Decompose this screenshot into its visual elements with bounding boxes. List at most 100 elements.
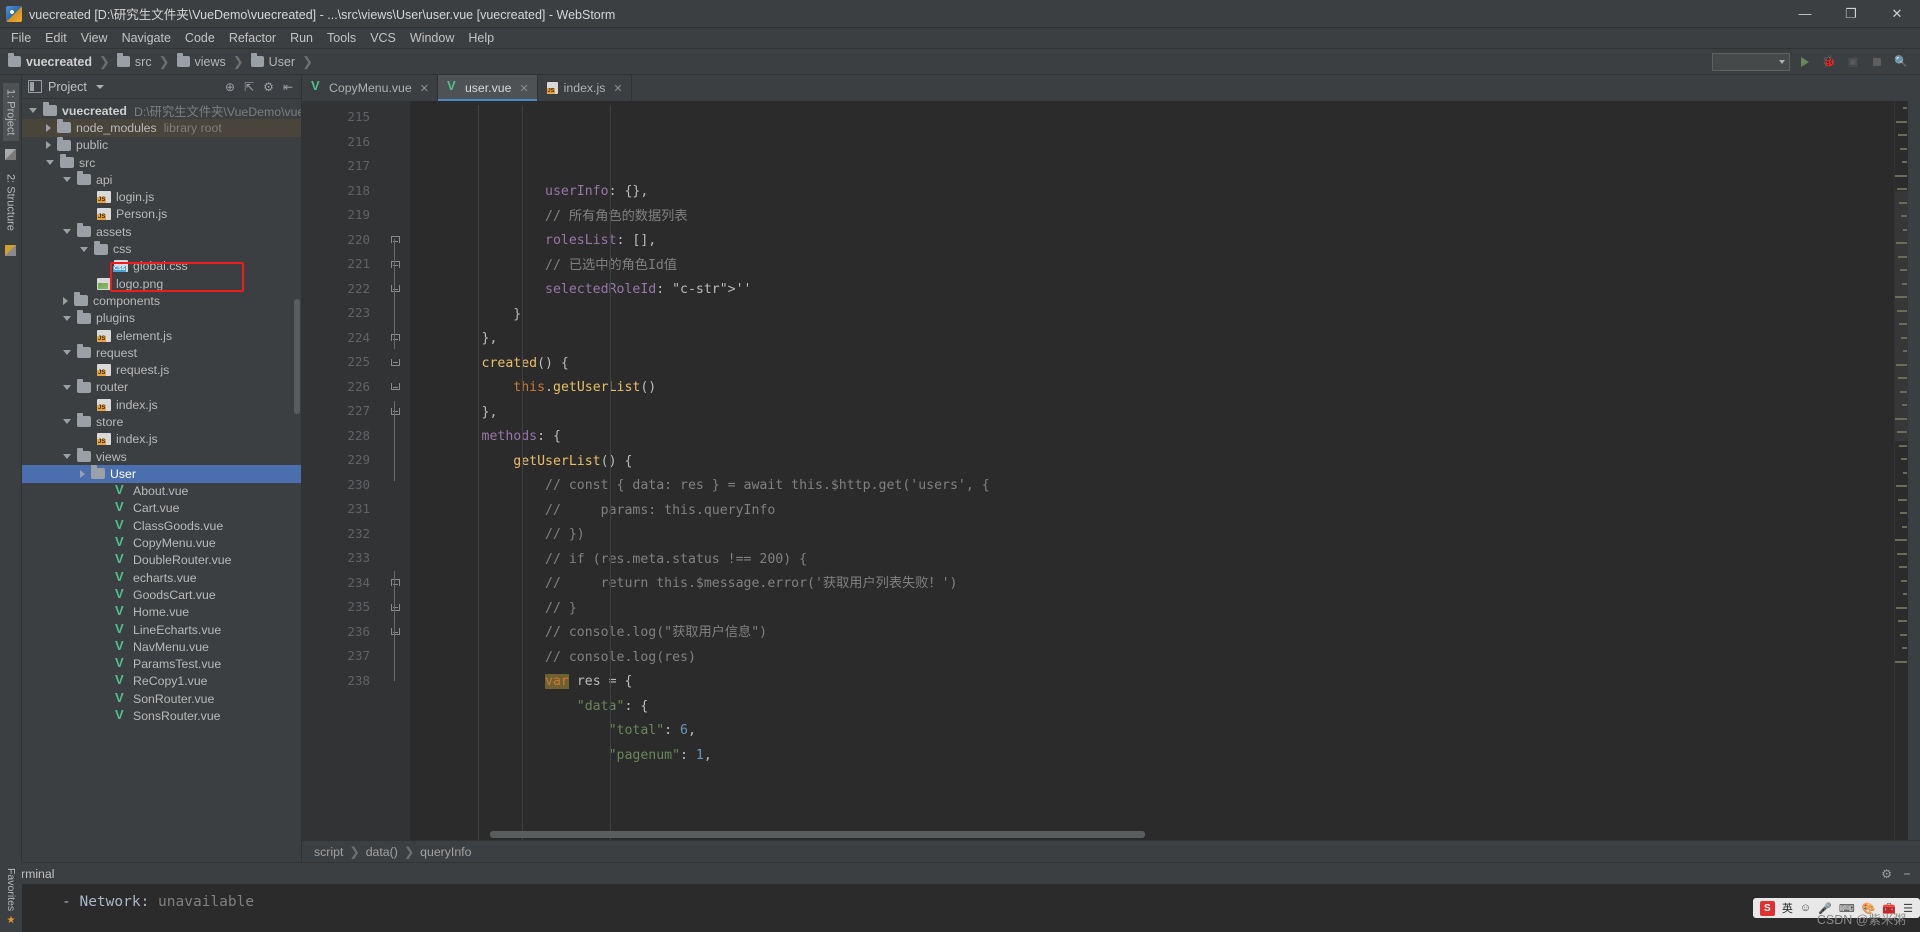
- close-icon[interactable]: ✕: [519, 82, 528, 95]
- fold-toggle-icon[interactable]: [380, 375, 410, 400]
- run-button[interactable]: [1796, 53, 1814, 71]
- fold-toggle-icon[interactable]: [380, 399, 410, 424]
- smiley-icon[interactable]: ☺: [1800, 902, 1811, 914]
- chevron-right-icon[interactable]: [63, 296, 68, 305]
- tree-row-router[interactable]: router: [22, 378, 301, 396]
- menu-navigate[interactable]: Navigate: [115, 28, 178, 48]
- tree-row-css[interactable]: css: [22, 240, 301, 257]
- horizontal-scrollbar[interactable]: [490, 831, 1145, 838]
- chevron-down-icon[interactable]: [29, 108, 37, 114]
- tab-user-vue[interactable]: user.vue ✕: [437, 75, 538, 101]
- tree-row-logo-png[interactable]: logo.png: [22, 275, 301, 292]
- menu-window[interactable]: Window: [403, 28, 461, 48]
- tree-row-copymenu-vue[interactable]: CopyMenu.vue: [22, 534, 301, 551]
- chevron-right-icon[interactable]: [46, 123, 51, 132]
- tree-row-login-js[interactable]: login.js: [22, 188, 301, 205]
- close-icon[interactable]: ✕: [613, 82, 622, 95]
- tree-row-lineecharts-vue[interactable]: LineEcharts.vue: [22, 621, 301, 638]
- sidebar-tab-project[interactable]: 1: Project: [2, 83, 19, 142]
- menu-help[interactable]: Help: [461, 28, 501, 48]
- hide-icon[interactable]: ⎯: [1904, 866, 1910, 881]
- sogou-logo-icon[interactable]: S: [1759, 900, 1775, 916]
- fold-toggle-icon[interactable]: [380, 595, 410, 620]
- search-everywhere-icon[interactable]: 🔍: [1892, 53, 1910, 71]
- maximize-button[interactable]: ❐: [1828, 0, 1874, 28]
- fold-toggle-icon[interactable]: [380, 620, 410, 645]
- tree-row-public[interactable]: public: [22, 136, 301, 154]
- tree-row-request[interactable]: request: [22, 344, 301, 361]
- tree-row-recopy1-vue[interactable]: ReCopy1.vue: [22, 673, 301, 690]
- fold-toggle-icon[interactable]: [380, 252, 410, 277]
- gear-icon[interactable]: ⚙: [1881, 867, 1892, 881]
- ime-language-label[interactable]: 英: [1782, 900, 1793, 916]
- tree-row-classgoods-vue[interactable]: ClassGoods.vue: [22, 517, 301, 534]
- chevron-down-icon[interactable]: [63, 454, 71, 460]
- coverage-button[interactable]: ▣: [1844, 53, 1862, 71]
- menu-run[interactable]: Run: [283, 28, 320, 48]
- sidebar-tab-structure[interactable]: 2: Structure: [3, 168, 19, 237]
- close-icon[interactable]: ✕: [420, 82, 429, 95]
- project-scrollbar[interactable]: [294, 299, 300, 414]
- menu-file[interactable]: File: [4, 28, 38, 48]
- tree-row-about-vue[interactable]: About.vue: [22, 483, 301, 500]
- tree-row-global-css[interactable]: global.css: [22, 258, 301, 275]
- tree-row-navmenu-vue[interactable]: NavMenu.vue: [22, 638, 301, 655]
- menu-edit[interactable]: Edit: [38, 28, 74, 48]
- chevron-down-icon[interactable]: [63, 419, 71, 425]
- code-minimap[interactable]: [1894, 101, 1908, 840]
- chevron-down-icon[interactable]: [95, 84, 104, 89]
- collapse-all-icon[interactable]: ⇱: [244, 81, 254, 93]
- editor-breadcrumb-queryinfo[interactable]: queryInfo: [420, 845, 471, 859]
- tree-row-goodscart-vue[interactable]: GoodsCart.vue: [22, 586, 301, 603]
- tree-row-element-js[interactable]: element.js: [22, 327, 301, 344]
- sidebar-tab-favorites[interactable]: Favorites: [0, 862, 17, 911]
- fold-toggle-icon[interactable]: [380, 571, 410, 596]
- breadcrumb-user[interactable]: User: [250, 53, 295, 69]
- debug-button[interactable]: 🐞: [1820, 53, 1838, 71]
- breadcrumb-vuecreated[interactable]: vuecreated: [8, 53, 92, 69]
- chevron-right-icon[interactable]: [80, 469, 85, 478]
- tree-row-views[interactable]: views: [22, 448, 301, 465]
- breadcrumb-views[interactable]: views: [176, 53, 226, 69]
- project-tree[interactable]: vuecreated D:\研究生文件夹\VueDemo\vuecreatedno…: [22, 99, 301, 862]
- tree-row-node_modules[interactable]: node_modules library root: [22, 119, 301, 137]
- code-folding-column[interactable]: [380, 101, 410, 840]
- stop-button[interactable]: [1868, 53, 1886, 71]
- tree-row-sonrouter-vue[interactable]: SonRouter.vue: [22, 690, 301, 707]
- fold-toggle-icon[interactable]: [380, 228, 410, 253]
- tree-row-user[interactable]: User: [22, 465, 301, 483]
- tree-row-src[interactable]: src: [22, 154, 301, 171]
- tree-row-request-js[interactable]: request.js: [22, 361, 301, 378]
- chevron-down-icon[interactable]: [63, 177, 71, 183]
- tab-copymenu-vue[interactable]: CopyMenu.vue ✕: [302, 75, 438, 101]
- tree-row-store[interactable]: store: [22, 413, 301, 430]
- chevron-right-icon[interactable]: [46, 141, 51, 150]
- tree-row-paramstest-vue[interactable]: ParamsTest.vue: [22, 656, 301, 673]
- tree-row-api[interactable]: api: [22, 171, 301, 188]
- terminal-body[interactable]: + ✕ - Network: unavailable: [0, 884, 1920, 932]
- tree-row-plugins[interactable]: plugins: [22, 309, 301, 327]
- fold-toggle-icon[interactable]: [380, 326, 410, 351]
- minimize-button[interactable]: —: [1782, 0, 1828, 28]
- editor-breadcrumb-data[interactable]: data(): [366, 845, 398, 859]
- breadcrumb-src[interactable]: src: [116, 53, 152, 69]
- tree-row-components[interactable]: components: [22, 292, 301, 309]
- tree-row-doublerouter-vue[interactable]: DoubleRouter.vue: [22, 552, 301, 569]
- chevron-down-icon[interactable]: [63, 384, 71, 390]
- editor-breadcrumb-script[interactable]: script: [314, 845, 343, 859]
- tree-row-index-js[interactable]: index.js: [22, 396, 301, 413]
- menu-vcs[interactable]: VCS: [363, 28, 403, 48]
- tree-row-echarts-vue[interactable]: echarts.vue: [22, 569, 301, 586]
- hide-icon[interactable]: ⇤: [283, 81, 293, 93]
- chevron-down-icon[interactable]: [63, 350, 71, 356]
- menu-view[interactable]: View: [74, 28, 115, 48]
- target-icon[interactable]: ⊕: [225, 81, 235, 93]
- gear-icon[interactable]: ⚙: [263, 81, 274, 93]
- chevron-down-icon[interactable]: [63, 315, 71, 321]
- menu-code[interactable]: Code: [178, 28, 222, 48]
- code-text[interactable]: userInfo: {}, // 所有角色的数据列表 rolesList: []…: [410, 101, 1894, 840]
- tree-row-vuecreated[interactable]: vuecreated D:\研究生文件夹\VueDemo\vuecreated: [22, 102, 301, 119]
- fold-toggle-icon[interactable]: [380, 350, 410, 375]
- menu-tools[interactable]: Tools: [320, 28, 363, 48]
- close-button[interactable]: ✕: [1874, 0, 1920, 28]
